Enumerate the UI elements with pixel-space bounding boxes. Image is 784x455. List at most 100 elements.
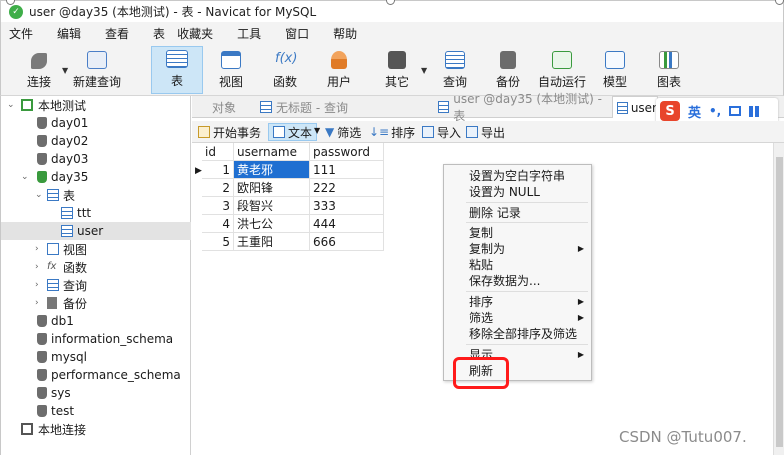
tab-untitled-query[interactable]: 无标题 - 查询 <box>256 96 432 118</box>
tab-objects[interactable]: 对象 <box>208 96 258 118</box>
table-cell-username[interactable]: 洪七公 <box>234 215 310 233</box>
tree-item-local-test[interactable]: ⌄ 本地测试 <box>1 96 191 114</box>
menu-item-remove-sort-filter[interactable]: 移除全部排序及筛选 <box>444 325 592 341</box>
keyboard-icon[interactable] <box>729 106 742 116</box>
table-cell-password[interactable]: 666 <box>310 233 384 251</box>
menu-tools[interactable]: 工具 <box>235 23 263 44</box>
chart-button[interactable]: 图表 <box>647 46 691 94</box>
table-cell-password[interactable]: 333 <box>310 197 384 215</box>
menu-item-set-empty-string[interactable]: 设置为空白字符串 <box>444 167 592 183</box>
tree-item-user[interactable]: user <box>1 222 191 240</box>
table-cell-id[interactable]: 1 <box>202 161 234 179</box>
menu-item-paste[interactable]: 粘贴 <box>444 256 592 272</box>
column-header-username[interactable]: username <box>234 143 310 161</box>
text-dropdown-icon[interactable]: ▼ <box>314 126 320 135</box>
menu-file[interactable]: 文件 <box>7 23 35 44</box>
table-cell-id[interactable]: 3 <box>202 197 234 215</box>
connect-button[interactable]: 连接 <box>21 46 57 94</box>
sort-button[interactable]: ↓≡ 排序 <box>369 123 415 141</box>
text-view-button[interactable]: 文本 <box>268 123 318 141</box>
vertical-scrollbar[interactable] <box>773 143 784 455</box>
chevron-right-icon[interactable]: › <box>35 262 39 272</box>
chevron-right-icon[interactable]: › <box>35 244 39 254</box>
tree-item-day35[interactable]: ⌄ day35 <box>1 168 191 186</box>
ime-punct-toggle[interactable]: •, <box>709 104 721 118</box>
scrollbar-thumb[interactable] <box>776 157 783 447</box>
table-cell-password[interactable]: 444 <box>310 215 384 233</box>
others-button[interactable]: 其它 <box>375 46 419 94</box>
tree-item-sys[interactable]: sys <box>1 384 191 402</box>
filter-button[interactable]: ▼ 筛选 <box>325 123 361 141</box>
tree-label: 表 <box>63 188 76 203</box>
chevron-right-icon[interactable]: › <box>35 298 39 308</box>
function-button[interactable]: f(x) 函数 <box>263 46 307 94</box>
chevron-down-icon[interactable]: ⌄ <box>7 100 15 110</box>
table-button[interactable]: 表 <box>151 46 203 94</box>
menu-help[interactable]: 帮助 <box>331 23 359 44</box>
database-icon <box>37 369 47 381</box>
view-button[interactable]: 视图 <box>209 46 253 94</box>
table-cell-id[interactable]: 2 <box>202 179 234 197</box>
tree-label: 备份 <box>63 296 88 311</box>
table-cell-username[interactable]: 王重阳 <box>234 233 310 251</box>
tree-item-performance-schema[interactable]: performance_schema <box>1 366 191 384</box>
tab-user-active[interactable]: user <box>612 96 658 118</box>
table-cell-username[interactable]: 黄老邪 <box>234 161 310 179</box>
begin-transaction-button[interactable]: 开始事务 <box>198 123 261 141</box>
submenu-arrow-icon: ▶ <box>577 312 584 322</box>
chevron-right-icon[interactable]: › <box>35 280 39 290</box>
menu-item-save-data-as[interactable]: 保存数据为... <box>444 272 592 288</box>
others-dropdown-icon[interactable]: ▼ <box>421 66 427 75</box>
new-query-button[interactable]: 新建查询 <box>71 46 123 94</box>
menu-item-set-null[interactable]: 设置为 NULL <box>444 183 592 199</box>
export-button[interactable]: 导出 <box>466 123 505 141</box>
tree-item-day03[interactable]: day03 <box>1 150 191 168</box>
tree-item-queries[interactable]: › 查询 <box>1 276 191 294</box>
user-button[interactable]: 用户 <box>317 46 361 94</box>
menu-table[interactable]: 表 <box>151 23 167 44</box>
tree-item-day02[interactable]: day02 <box>1 132 191 150</box>
chevron-down-icon[interactable]: ⌄ <box>21 172 29 182</box>
model-button[interactable]: 模型 <box>595 46 635 94</box>
menu-item-filter[interactable]: 筛选 ▶ <box>444 309 592 325</box>
import-button[interactable]: 导入 <box>422 123 461 141</box>
menu-item-delete-record[interactable]: 删除 记录 <box>444 204 592 220</box>
query-button[interactable]: 查询 <box>433 46 477 94</box>
tree-item-day01[interactable]: day01 <box>1 114 191 132</box>
menu-view[interactable]: 查看 <box>103 23 131 44</box>
connection-icon <box>21 423 33 435</box>
table-cell-id[interactable]: 5 <box>202 233 234 251</box>
menu-item-copy[interactable]: 复制 <box>444 224 592 240</box>
menu-item-sort[interactable]: 排序 ▶ <box>444 293 592 309</box>
tree-item-mysql[interactable]: mysql <box>1 348 191 366</box>
tree-item-information-schema[interactable]: information_schema <box>1 330 191 348</box>
connect-dropdown-icon[interactable]: ▼ <box>62 66 68 75</box>
tree-item-views[interactable]: › 视图 <box>1 240 191 258</box>
table-cell-username[interactable]: 欧阳锋 <box>234 179 310 197</box>
tree-item-db1[interactable]: db1 <box>1 312 191 330</box>
tree-item-local-connection[interactable]: 本地连接 <box>1 420 191 438</box>
table-cell-id[interactable]: 4 <box>202 215 234 233</box>
column-header-password[interactable]: password <box>310 143 384 161</box>
chevron-down-icon[interactable]: ⌄ <box>35 190 43 200</box>
tree-item-functions[interactable]: › fx 函数 <box>1 258 191 276</box>
menu-edit[interactable]: 编辑 <box>55 23 83 44</box>
menu-favorites[interactable]: 收藏夹 <box>175 23 215 44</box>
schedule-button[interactable]: 自动运行 <box>537 46 587 94</box>
tree-item-backups[interactable]: › 备份 <box>1 294 191 312</box>
table-cell-username[interactable]: 段智兴 <box>234 197 310 215</box>
ime-mode-toggle[interactable]: 英 <box>688 102 701 121</box>
query-icon <box>260 101 272 113</box>
table-cell-password[interactable]: 111 <box>310 161 384 179</box>
tree-item-tables[interactable]: ⌄ 表 <box>1 186 191 204</box>
tree-item-test[interactable]: test <box>1 402 191 420</box>
tree-item-ttt[interactable]: ttt <box>1 204 191 222</box>
schedule-icon <box>552 51 572 69</box>
menu-item-copy-as[interactable]: 复制为 ▶ <box>444 240 592 256</box>
table-cell-password[interactable]: 222 <box>310 179 384 197</box>
backup-button[interactable]: 备份 <box>486 46 530 94</box>
column-header-id[interactable]: id <box>202 143 234 161</box>
tab-user-table[interactable]: user @day35 (本地测试) - 表 <box>434 92 606 123</box>
grid-menu-icon[interactable] <box>749 105 761 117</box>
menu-window[interactable]: 窗口 <box>283 23 311 44</box>
